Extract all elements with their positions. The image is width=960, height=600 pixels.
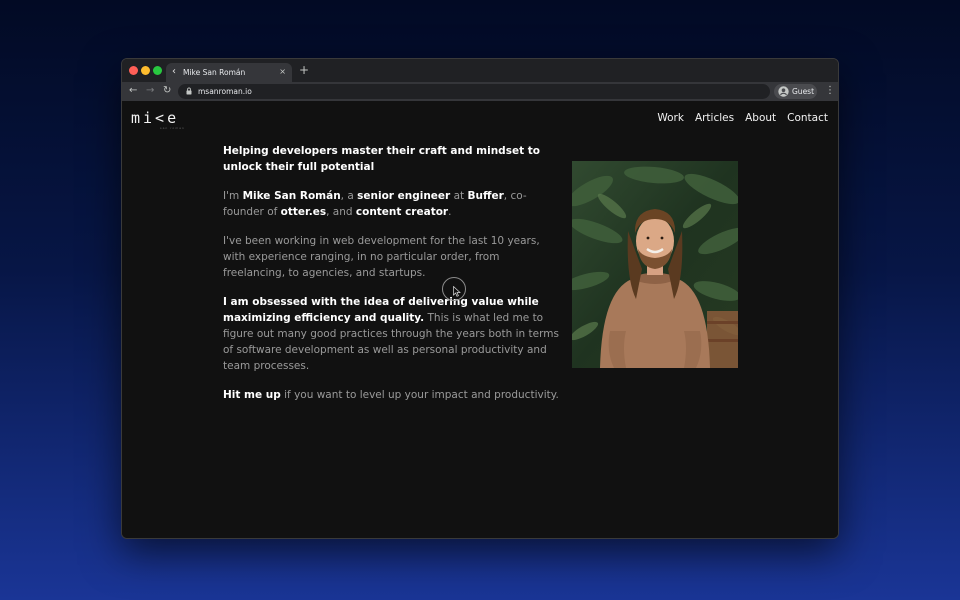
arrow-left-icon[interactable]: ← [129, 84, 137, 98]
cta-rest: if you want to level up your impact and … [280, 389, 559, 401]
site-logo[interactable]: mi<e [131, 109, 179, 127]
reload-icon[interactable]: ↻ [163, 84, 171, 98]
nav-articles[interactable]: Articles [695, 111, 734, 125]
intro-text: Helping developers master their craft an… [223, 143, 561, 416]
intro-role-2: content creator [355, 206, 449, 218]
page-content: mi<e san roman Work Articles About Conta… [122, 101, 838, 538]
vertical-dots-icon[interactable]: ⋮ [825, 84, 835, 98]
window-minimize-button[interactable] [141, 66, 150, 75]
cta-paragraph: Hit me up if you want to level up your i… [223, 387, 561, 403]
nav-work[interactable]: Work [657, 111, 684, 125]
headline: Helping developers master their craft an… [223, 145, 540, 173]
intro-text-3: at [450, 190, 468, 202]
tab-title: Mike San Román [183, 68, 246, 77]
intro-text-1: I'm [223, 190, 243, 202]
intro-role: senior engineer [357, 190, 451, 202]
obsessed-paragraph: I am obsessed with the idea of deliverin… [223, 294, 561, 374]
new-tab-button[interactable]: + [299, 64, 309, 76]
nav-about[interactable]: About [745, 111, 776, 125]
window-close-button[interactable] [129, 66, 138, 75]
cta-link[interactable]: Hit me up [223, 389, 281, 401]
person-circle-icon [778, 86, 789, 97]
intro-text-2: , a [340, 190, 358, 202]
address-bar[interactable]: msanroman.io [178, 84, 770, 99]
tab-close-icon[interactable]: × [279, 66, 286, 78]
intro-text-6: . [448, 206, 452, 218]
intro-paragraph: I'm Mike San Román, a senior engineer at… [223, 188, 561, 220]
profile-label: Guest [792, 87, 815, 96]
browser-window: ‹ Mike San Román × + ← → ↻ msanroman.io … [121, 58, 839, 539]
profile-button[interactable]: Guest [774, 84, 817, 99]
site-nav: Work Articles About Contact [657, 111, 828, 125]
browser-toolbar: ← → ↻ msanroman.io Guest ⋮ [122, 82, 838, 101]
portrait-photo-icon [572, 161, 738, 368]
window-maximize-button[interactable] [153, 66, 162, 75]
intro-project: otter.es [280, 206, 327, 218]
site-logo-subtext: san roman [160, 126, 185, 130]
experience-paragraph: I've been working in web development for… [223, 235, 540, 279]
url-text[interactable]: msanroman.io [198, 86, 252, 97]
intro-company: Buffer [467, 190, 504, 202]
nav-contact[interactable]: Contact [787, 111, 828, 125]
mouse-pointer-icon [453, 286, 461, 297]
intro-text-5: , and [326, 206, 356, 218]
mike-k-logo-icon: ‹ [172, 66, 176, 77]
arrow-right-icon[interactable]: → [146, 84, 154, 98]
browser-tab[interactable]: ‹ Mike San Román × [166, 63, 292, 82]
browser-titlebar: ‹ Mike San Román × + [122, 59, 838, 82]
intro-name: Mike San Román [242, 190, 341, 202]
lock-icon [186, 87, 192, 95]
